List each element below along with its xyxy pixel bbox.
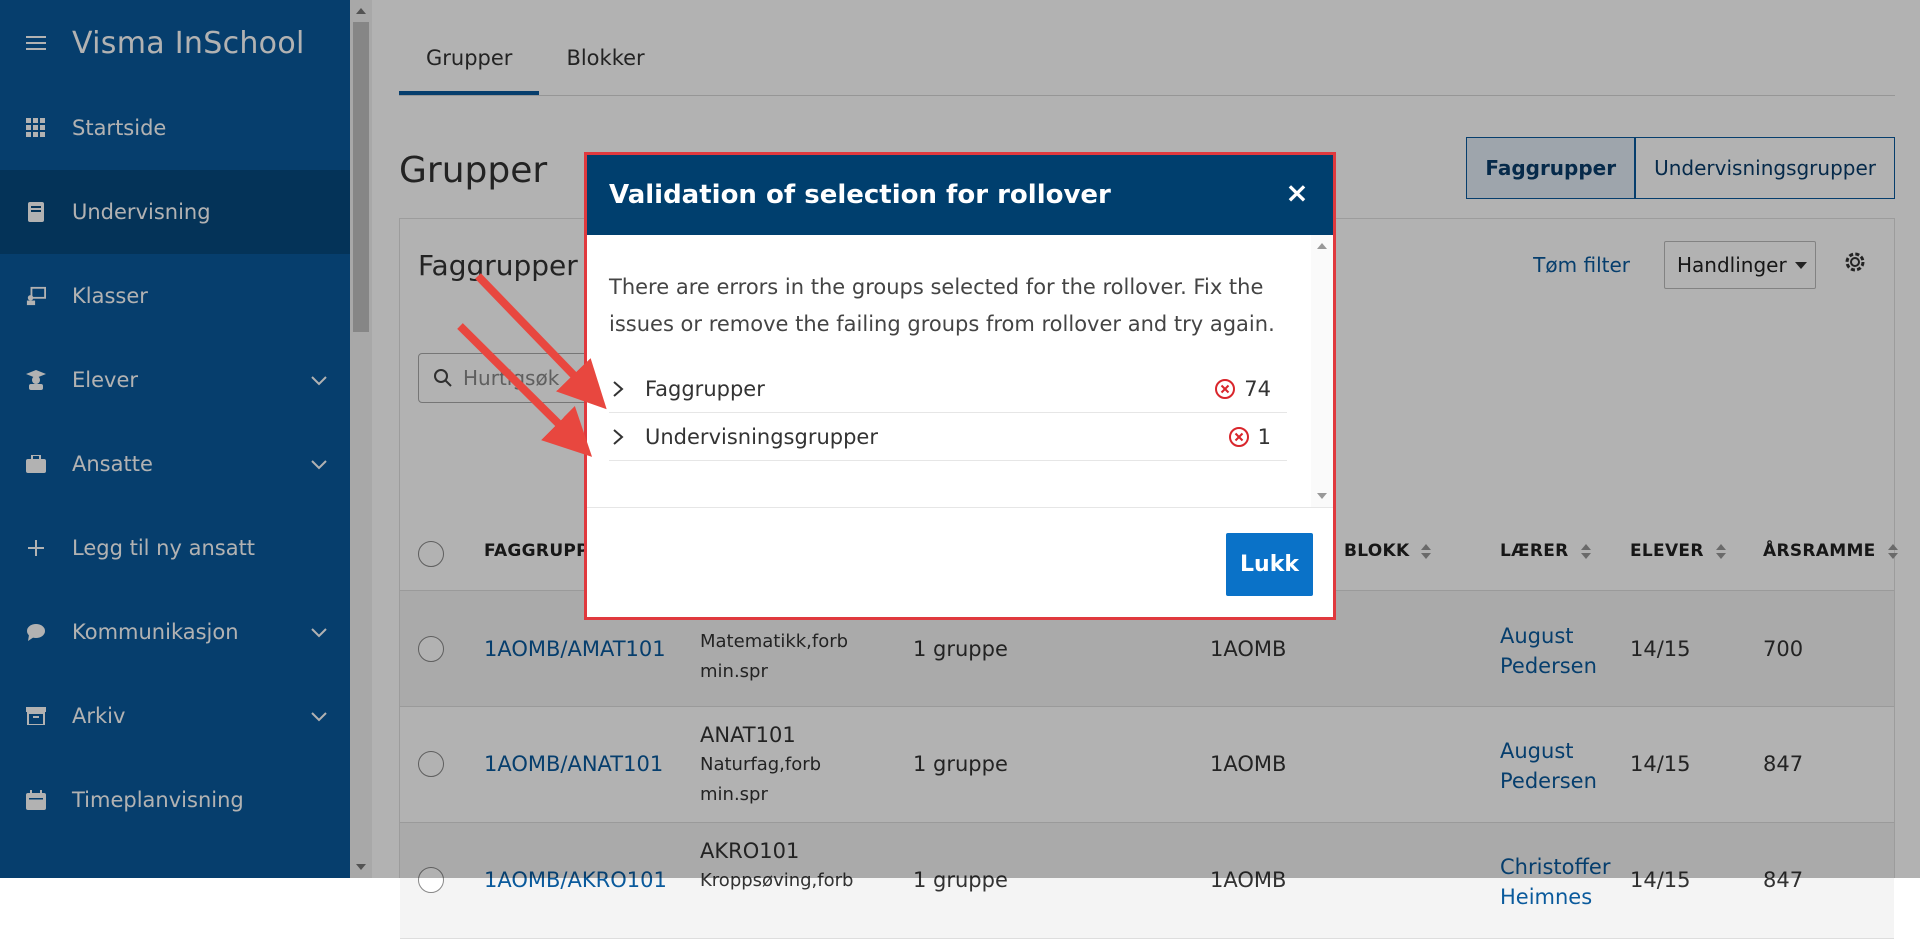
- error-icon: [1215, 378, 1236, 399]
- error-icon: [1228, 426, 1249, 447]
- close-icon[interactable]: ×: [1283, 179, 1311, 207]
- error-count: 74: [1214, 377, 1271, 401]
- modal-title: Validation of selection for rollover: [609, 180, 1111, 210]
- close-button[interactable]: Lukk: [1226, 533, 1313, 596]
- modal-body: There are errors in the groups selected …: [587, 235, 1333, 507]
- scroll-up-arrow-icon[interactable]: [1317, 243, 1327, 249]
- scroll-down-arrow-icon[interactable]: [1317, 493, 1327, 499]
- modal-message: There are errors in the groups selected …: [609, 275, 1275, 336]
- validation-item-label: Faggrupper: [645, 376, 765, 401]
- validation-modal: Validation of selection for rollover × T…: [584, 152, 1336, 620]
- modal-scrollbar[interactable]: [1311, 235, 1333, 507]
- chevron-right-icon[interactable]: [609, 428, 627, 446]
- validation-item-label: Undervisningsgrupper: [645, 424, 878, 449]
- modal-footer: Lukk: [587, 507, 1333, 617]
- modal-header: Validation of selection for rollover: [587, 155, 1333, 235]
- validation-item-undervisningsgrupper[interactable]: Undervisningsgrupper 1: [609, 413, 1287, 461]
- error-count: 1: [1228, 425, 1271, 449]
- chevron-right-icon[interactable]: [609, 380, 627, 398]
- validation-item-faggrupper[interactable]: Faggrupper 74: [609, 365, 1287, 413]
